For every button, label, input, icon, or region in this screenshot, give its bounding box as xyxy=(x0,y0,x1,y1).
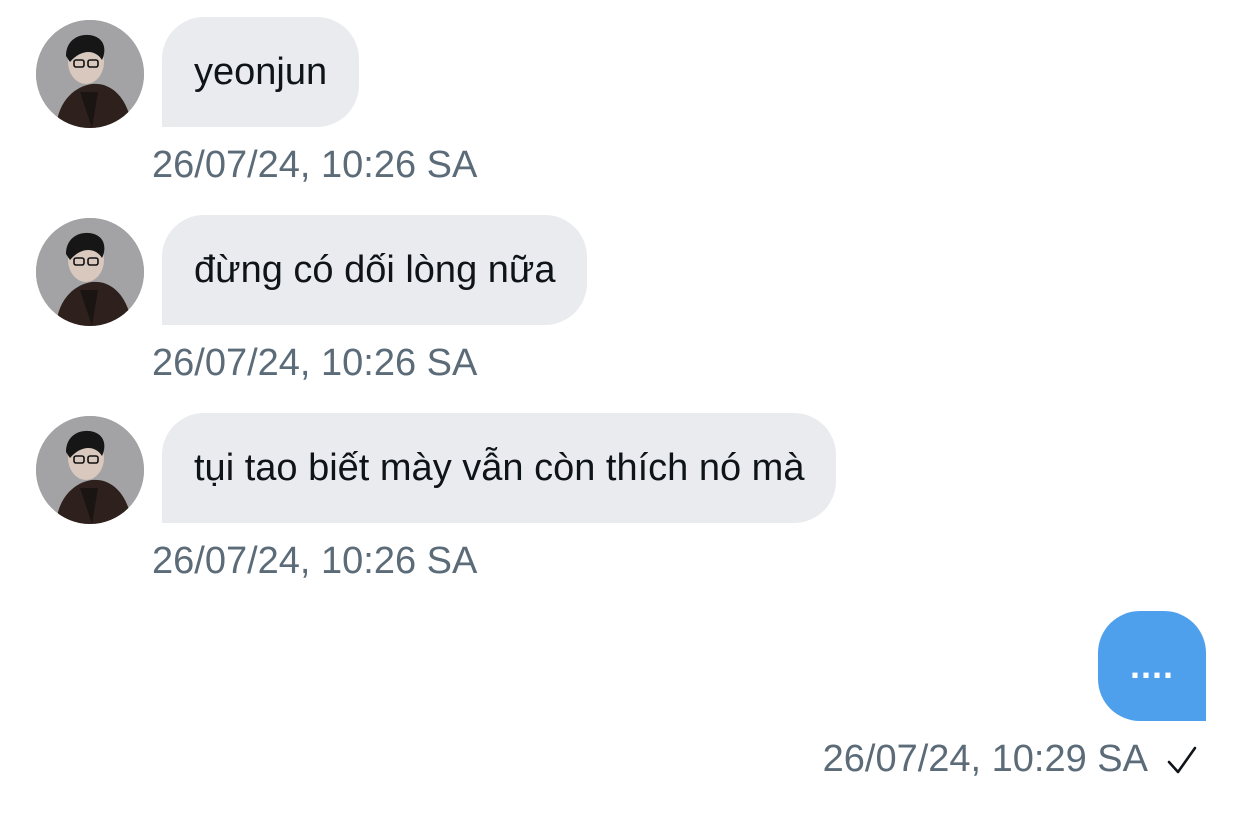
message-text: đừng có dối lòng nữa xyxy=(194,248,556,291)
message-bubble-outgoing[interactable]: .... xyxy=(1098,611,1206,721)
message-text: yeonjun xyxy=(194,50,328,93)
avatar[interactable] xyxy=(36,20,144,128)
message-timestamp: 26/07/24, 10:26 SA xyxy=(152,144,478,186)
avatar-photo xyxy=(36,218,144,326)
message-text: tụi tao biết mày vẫn còn thích nó mà xyxy=(194,446,805,489)
checkmark-icon xyxy=(1164,740,1200,780)
message-timestamp: 26/07/24, 10:26 SA xyxy=(152,342,478,384)
message-timestamp: 26/07/24, 10:26 SA xyxy=(152,540,478,582)
message-text: .... xyxy=(1129,645,1174,686)
avatar-photo xyxy=(36,416,144,524)
message-bubble-incoming[interactable]: yeonjun xyxy=(162,17,360,127)
message-bubble-incoming[interactable]: đừng có dối lòng nữa xyxy=(162,215,588,325)
avatar[interactable] xyxy=(36,416,144,524)
avatar[interactable] xyxy=(36,218,144,326)
message-bubble-incoming[interactable]: tụi tao biết mày vẫn còn thích nó mà xyxy=(162,413,837,523)
avatar-photo xyxy=(36,20,144,128)
message-timestamp: 26/07/24, 10:29 SA xyxy=(822,738,1148,780)
